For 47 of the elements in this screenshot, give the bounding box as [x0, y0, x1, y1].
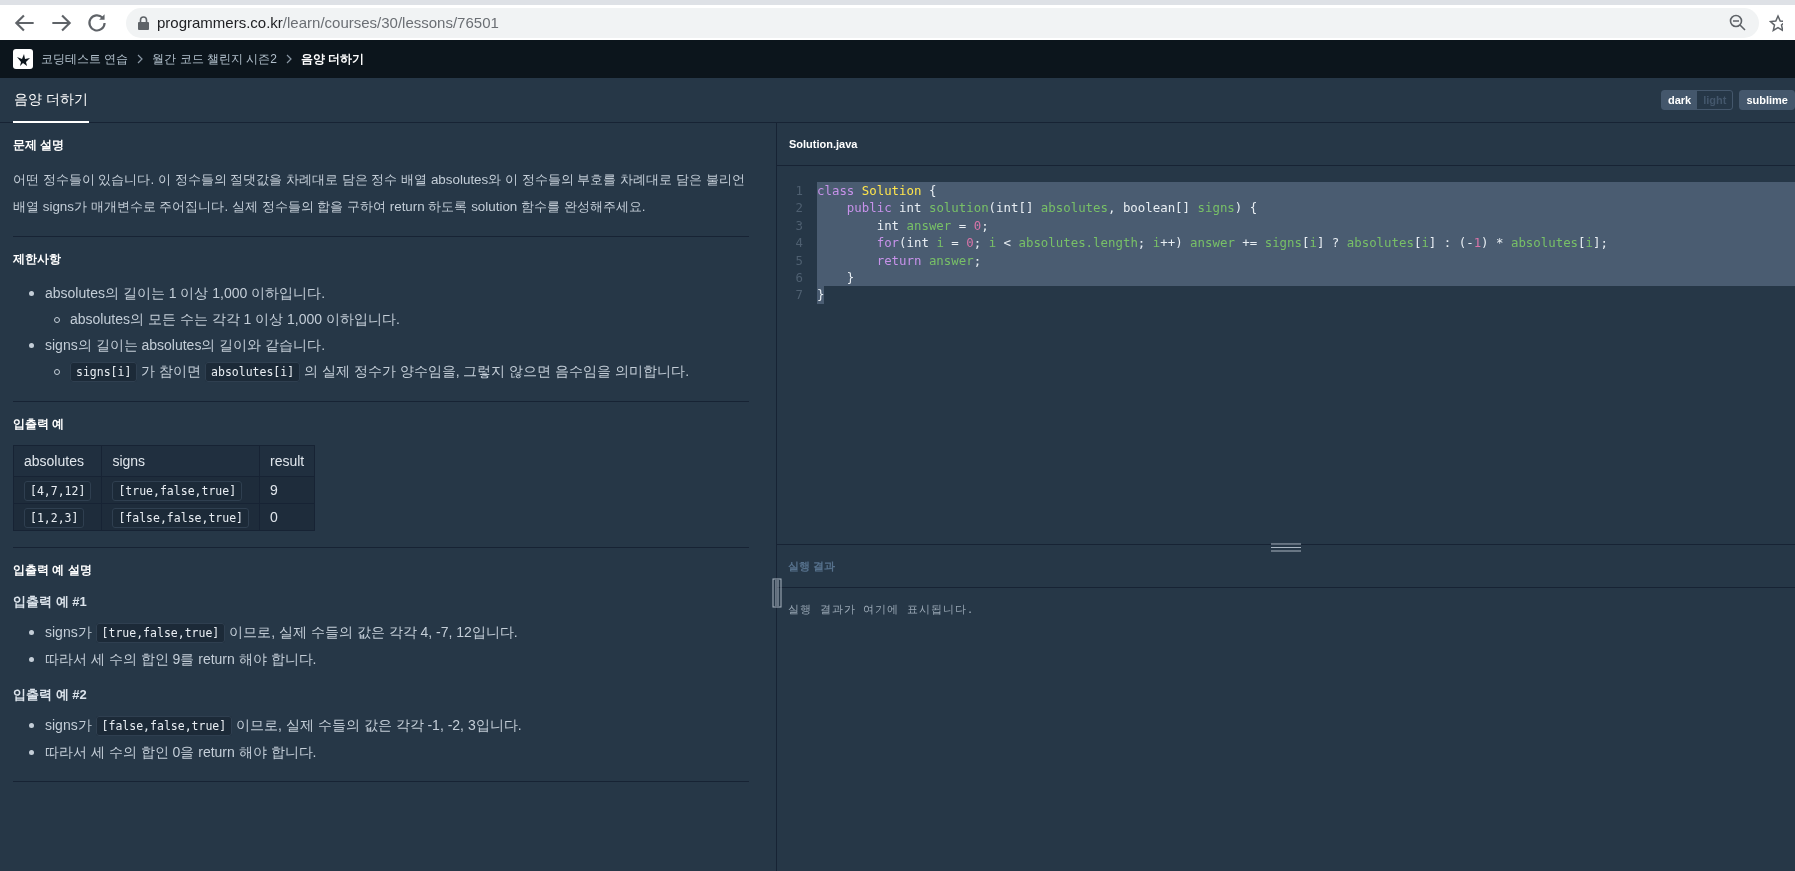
breadcrumb-link[interactable]: 월간 코드 챌린지 시즌2: [152, 50, 278, 68]
address-bar[interactable]: programmers.co.kr/learn/courses/30/lessons/76501: [126, 7, 1759, 38]
section-heading: 제한사항: [13, 251, 62, 268]
bullet-icon: [29, 657, 34, 662]
problem-tab[interactable]: 음양 더하기: [13, 78, 89, 123]
list-item-text: signs[i] 가 참이면 absolutes[i] 의 실제 정수가 양수임을, 그렇지 않으면 음수임을 의미합니다.: [70, 363, 690, 379]
result-output: 실행 결과가 여기에 표시됩니다.: [787, 602, 976, 618]
list-item-text: 따라서 세 수의 합인 9를 return 해야 합니다.: [45, 651, 317, 667]
breadcrumb-link[interactable]: 코딩테스트 연습: [41, 50, 129, 68]
description-text: 어떤 정수들이 있습니다. 이 정수들의 절댓값을 차례대로 담은 정수 배열 absolutes와 이 정수들의 부호를 차례대로 담은 불리언 배열 signs가 매개변수로 주어집니다. 실제 정수들의 합을 구하여 return 하도록 solution 함수를 완성해주세요.: [13, 171, 746, 216]
table-header: signs: [101, 445, 260, 477]
list-item-text: absolutes의 모든 수는 각각 1 이상 1,000 이하입니다.: [70, 311, 400, 327]
resize-handle-icon[interactable]: [1271, 543, 1301, 552]
example-title: 입출력 예 #1: [13, 593, 88, 611]
section-heading: 입출력 예 설명: [13, 562, 93, 579]
breadcrumb-link[interactable]: 음양 더하기: [301, 50, 365, 68]
zoom-out-icon[interactable]: [1729, 13, 1747, 32]
split-handle-icon[interactable]: [772, 578, 782, 608]
result-heading: 실행 결과: [788, 558, 836, 574]
chevron-icon: [285, 54, 294, 64]
table-header: absolutes: [13, 445, 102, 477]
list-item-text: absolutes의 길이는 1 이상 1,000 이하입니다.: [45, 285, 326, 301]
bullet-icon: [29, 630, 34, 635]
table-cell: [4,7,12]: [13, 476, 102, 504]
list-item-text: 따라서 세 수의 합인 0을 return 해야 합니다.: [45, 744, 317, 760]
theme-option[interactable]: dark: [1661, 91, 1698, 109]
section-heading: 입출력 예: [13, 416, 66, 433]
bullet-icon: [29, 343, 34, 348]
lock-icon: [138, 15, 149, 30]
table-cell: [false,false,true]: [101, 503, 260, 531]
bullet-icon: [29, 723, 34, 728]
bullet-icon: [29, 291, 34, 296]
editor-option[interactable]: sublime: [1740, 91, 1794, 109]
list-item-text: signs가 [false,false,true] 이므로, 실제 수들의 값은 각각 -1, -2, 3입니다.: [45, 717, 522, 733]
star-icon[interactable]: [1769, 13, 1783, 32]
chevron-icon: [136, 54, 145, 64]
section-heading: 문제 설명: [13, 137, 66, 154]
bullet-icon: [29, 750, 34, 755]
list-item-text: signs가 [true,false,true] 이므로, 실제 수들의 값은 각각 4, -7, 12입니다.: [45, 624, 518, 640]
table-cell: [1,2,3]: [13, 503, 102, 531]
logo-icon[interactable]: [13, 49, 33, 69]
table-cell: [true,false,true]: [101, 476, 260, 504]
table-header: result: [259, 445, 315, 477]
list-item-text: signs의 길이는 absolutes의 길이와 같습니다.: [45, 337, 326, 353]
url-text: programmers.co.kr/learn/courses/30/lessons/76501: [157, 14, 499, 31]
file-tab[interactable]: Solution.java: [789, 138, 858, 150]
example-title: 입출력 예 #2: [13, 686, 88, 704]
